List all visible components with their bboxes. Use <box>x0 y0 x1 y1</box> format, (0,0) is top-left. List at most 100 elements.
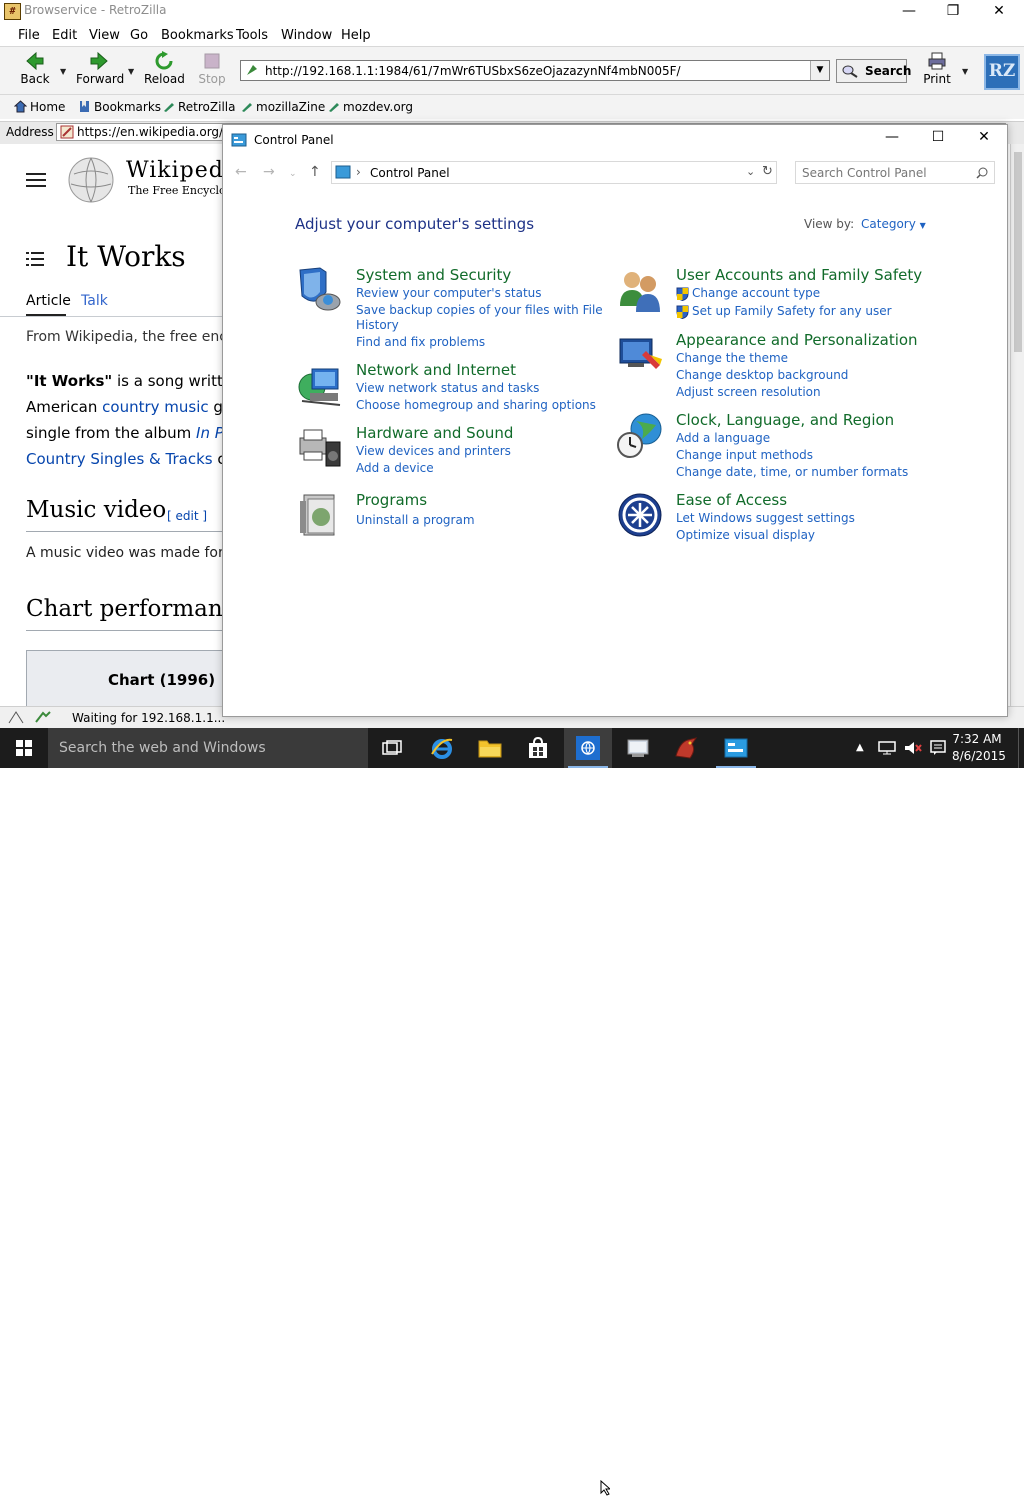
menu-icon[interactable] <box>26 173 46 187</box>
search-icon[interactable] <box>976 167 988 179</box>
globe-icon <box>581 741 595 755</box>
bookmark-retrozilla-label: RetroZilla <box>178 100 236 114</box>
toc-icon[interactable] <box>26 252 44 266</box>
wikipedia-globe-icon[interactable] <box>66 156 116 204</box>
task-optimize-visual-display[interactable]: Optimize visual display <box>676 528 815 542</box>
task-find-fix-problems[interactable]: Find and fix problems <box>356 335 485 349</box>
cp-forward-icon[interactable]: → <box>263 164 275 180</box>
menu-bookmarks[interactable]: Bookmarks <box>161 28 234 43</box>
reload-button[interactable]: Reload <box>144 51 185 93</box>
taskbar-clock[interactable]: 7:32 AM 8/6/2015 <box>952 731 1006 765</box>
task-windows-suggest-settings[interactable]: Let Windows suggest settings <box>676 511 855 525</box>
task-choose-homegroup[interactable]: Choose homegroup and sharing options <box>356 398 596 412</box>
cp-close-button[interactable]: ✕ <box>961 125 1007 151</box>
task-change-date-time[interactable]: Change date, time, or number formats <box>676 465 908 479</box>
print-dropdown-icon[interactable]: ▼ <box>962 67 968 76</box>
bookmark-mozdev[interactable]: mozdev.org <box>327 100 413 114</box>
cp-maximize-button[interactable]: ☐ <box>915 125 961 151</box>
menu-help[interactable]: Help <box>341 28 371 43</box>
taskbar-retrozilla[interactable] <box>564 728 612 768</box>
task-change-input-methods[interactable]: Change input methods <box>676 448 813 462</box>
cp-back-icon[interactable]: ← <box>235 164 247 180</box>
taskbar-control-panel[interactable] <box>712 728 760 768</box>
forward-button[interactable]: Forward <box>76 51 124 93</box>
menu-tools[interactable]: Tools <box>236 28 268 43</box>
task-uninstall-program[interactable]: Uninstall a program <box>356 513 475 527</box>
cp-recent-icon[interactable]: ⌄ <box>289 169 297 179</box>
forward-dropdown-icon[interactable]: ▼ <box>128 67 134 76</box>
menu-view[interactable]: View <box>89 28 120 43</box>
minimize-button[interactable]: — <box>886 0 932 22</box>
page-scrollbar[interactable] <box>1010 144 1024 706</box>
category-title-appearance[interactable]: Appearance and Personalization <box>676 331 918 349</box>
country-music-link[interactable]: country music <box>102 398 208 416</box>
volume-muted-icon[interactable] <box>904 741 922 755</box>
menu-edit[interactable]: Edit <box>52 28 77 43</box>
view-by-dropdown[interactable]: Category ▼ <box>861 217 926 231</box>
breadcrumb-dropdown-icon[interactable]: ⌄ <box>746 165 755 178</box>
task-change-desktop-background[interactable]: Change desktop background <box>676 368 848 382</box>
restore-button[interactable]: ❐ <box>930 0 976 22</box>
task-view-devices[interactable]: View devices and printers <box>356 444 511 458</box>
taskbar-store[interactable] <box>514 728 562 768</box>
category-programs: Programs Uninstall a program <box>296 491 596 536</box>
category-title-programs[interactable]: Programs <box>356 491 427 509</box>
task-save-backup[interactable]: Save backup copies of your files with Fi… <box>356 303 603 317</box>
category-title-network-internet[interactable]: Network and Internet <box>356 361 516 379</box>
menu-go[interactable]: Go <box>130 28 148 43</box>
menu-file[interactable]: File <box>18 28 40 43</box>
category-title-system-security[interactable]: System and Security <box>356 266 511 284</box>
edit-link[interactable]: [ edit ] <box>167 509 207 523</box>
url-field[interactable]: http://192.168.1.1:1984/61/7mWr6TUSbxS6z… <box>240 60 830 81</box>
url-dropdown-icon[interactable]: ▼ <box>810 61 829 80</box>
bookmark-bookmarks[interactable]: Bookmarks <box>78 100 161 114</box>
retrozilla-logo[interactable]: RZ <box>984 54 1020 90</box>
task-add-language[interactable]: Add a language <box>676 431 770 445</box>
category-title-hardware-sound[interactable]: Hardware and Sound <box>356 424 513 442</box>
bookmark-retrozilla[interactable]: RetroZilla <box>162 100 235 114</box>
breadcrumb-control-panel[interactable]: Control Panel <box>370 166 450 180</box>
bookmark-home[interactable]: Home <box>14 100 65 114</box>
task-change-theme[interactable]: Change the theme <box>676 351 788 365</box>
tab-article[interactable]: Article <box>26 293 71 309</box>
task-setup-family-safety[interactable]: Set up Family Safety for any user <box>676 304 892 319</box>
cp-breadcrumb[interactable]: › Control Panel ⌄ ↻ <box>331 161 777 184</box>
task-change-account-type[interactable]: Change account type <box>676 286 820 301</box>
network-icon[interactable] <box>878 741 896 755</box>
category-title-clock-language[interactable]: Clock, Language, and Region <box>676 411 894 429</box>
taskbar-internet-explorer[interactable] <box>418 728 466 768</box>
store-icon <box>529 737 547 758</box>
stop-button[interactable]: Stop <box>196 51 228 93</box>
refresh-icon[interactable]: ↻ <box>762 164 773 179</box>
tab-talk[interactable]: Talk <box>81 293 108 309</box>
show-desktop-button[interactable] <box>1018 728 1024 768</box>
scrollbar-thumb[interactable] <box>1014 152 1022 352</box>
task-add-device[interactable]: Add a device <box>356 461 434 475</box>
back-dropdown-icon[interactable]: ▼ <box>60 67 66 76</box>
print-button[interactable]: Print <box>920 51 954 93</box>
category-title-user-accounts[interactable]: User Accounts and Family Safety <box>676 266 922 284</box>
taskbar-settings-app[interactable] <box>614 728 662 768</box>
tray-overflow-icon[interactable]: ▲ <box>856 742 864 753</box>
cp-minimize-button[interactable]: — <box>869 125 915 151</box>
task-view-network-status[interactable]: View network status and tasks <box>356 381 539 395</box>
control-panel-title-bar: Control Panel — ☐ ✕ <box>223 125 1007 153</box>
back-button[interactable]: Back <box>18 51 52 93</box>
start-button[interactable] <box>0 728 48 768</box>
menu-window[interactable]: Window <box>281 28 332 43</box>
task-save-backup-cont[interactable]: History <box>356 318 399 332</box>
cp-search-input[interactable]: Search Control Panel <box>795 161 995 184</box>
task-review-status[interactable]: Review your computer's status <box>356 286 542 300</box>
taskbar-file-explorer[interactable] <box>466 728 514 768</box>
task-view-button[interactable] <box>368 728 416 768</box>
search-button[interactable]: Search <box>836 59 911 83</box>
country-singles-link[interactable]: Country Singles & Tracks <box>26 450 213 468</box>
taskbar-game-app[interactable] <box>662 728 710 768</box>
taskbar-search-box[interactable]: Search the web and Windows <box>48 728 368 768</box>
bookmark-mozillazine[interactable]: mozillaZine <box>240 100 325 114</box>
close-button[interactable]: ✕ <box>976 0 1022 22</box>
cp-up-icon[interactable]: ↑ <box>309 164 321 180</box>
category-title-ease-of-access[interactable]: Ease of Access <box>676 491 787 509</box>
action-center-icon[interactable] <box>930 740 946 756</box>
task-adjust-resolution[interactable]: Adjust screen resolution <box>676 385 821 399</box>
